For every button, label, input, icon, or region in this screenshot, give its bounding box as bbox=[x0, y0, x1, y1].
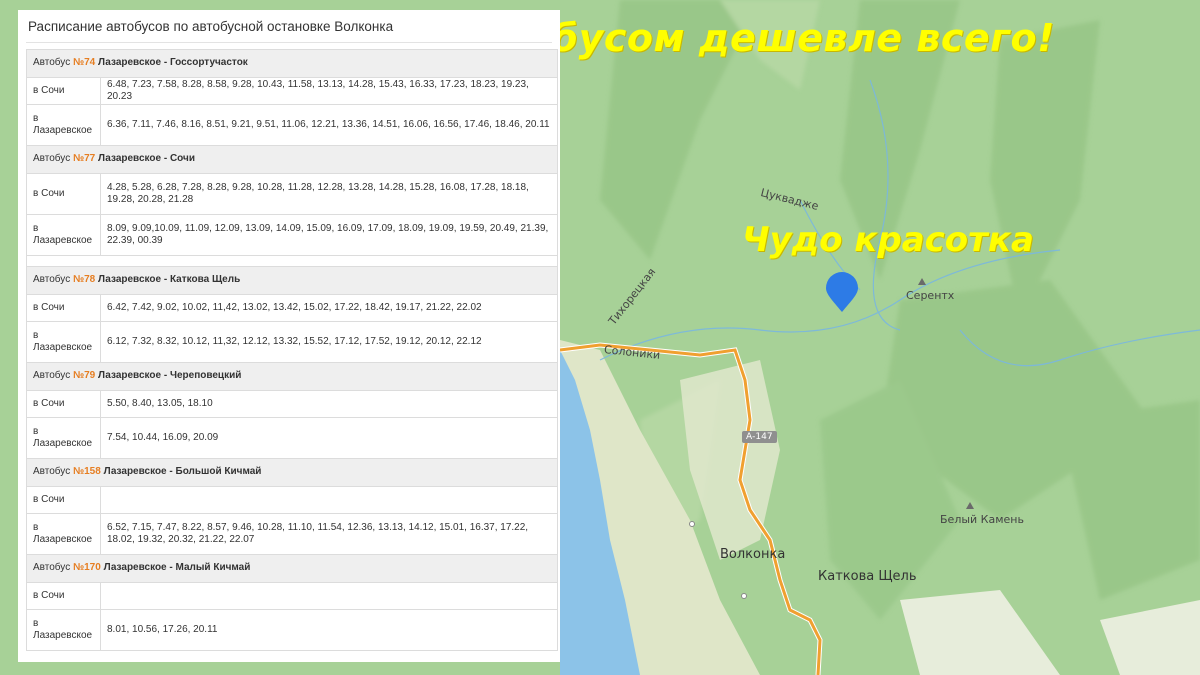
peak-icon bbox=[918, 278, 926, 285]
map-label-katkova: Каткова Щель bbox=[818, 569, 917, 584]
times-cell: 6.48, 7.23, 7.58, 8.28, 8.58, 9.28, 10.4… bbox=[100, 77, 558, 105]
route-header: Автобус №79 Лазаревское - Череповецкий bbox=[26, 362, 558, 391]
direction-cell: в Сочи bbox=[26, 77, 101, 105]
route-header: Автобус №77 Лазаревское - Сочи bbox=[26, 145, 558, 174]
times-cell: 4.28, 5.28, 6.28, 7.28, 8.28, 9.28, 10.2… bbox=[100, 173, 558, 215]
route-name: Лазаревское - Большой Кичмай bbox=[103, 466, 262, 478]
times-cell: 8.01, 10.56, 17.26, 20.11 bbox=[100, 609, 558, 651]
route-prefix: Автобус bbox=[33, 370, 73, 382]
table-row: в Сочи 5.50, 8.40, 13.05, 18.10 bbox=[26, 390, 558, 418]
peak-icon bbox=[966, 502, 974, 509]
route-prefix: Автобус bbox=[33, 57, 73, 69]
map-label-serentkh: Серентх bbox=[906, 289, 955, 302]
route-prefix: Автобус bbox=[33, 274, 73, 286]
times-cell: 6.52, 7.15, 7.47, 8.22, 8.57, 9.46, 10.2… bbox=[100, 513, 558, 555]
route-number[interactable]: №77 bbox=[73, 153, 95, 164]
route-header: Автобус №170 Лазаревское - Малый Кичмай bbox=[26, 554, 558, 583]
table-row: в Сочи 4.28, 5.28, 6.28, 7.28, 8.28, 9.28… bbox=[26, 173, 558, 215]
route-number[interactable]: №78 bbox=[73, 274, 95, 285]
table-row: в Лазаревское 8.09, 9.09,10.09, 11.09, 12… bbox=[26, 214, 558, 256]
table-row: в Сочи bbox=[26, 582, 558, 610]
map-label-bely-kamen: Белый Камень bbox=[940, 513, 1024, 526]
table-row: в Лазаревское 6.52, 7.15, 7.47, 8.22, 8.5… bbox=[26, 513, 558, 555]
times-cell: 8.09, 9.09,10.09, 11.09, 12.09, 13.09, 1… bbox=[100, 214, 558, 256]
direction-cell: в Лазаревское bbox=[26, 609, 101, 651]
direction-cell: в Сочи bbox=[26, 486, 101, 514]
times-cell: 6.12, 7.32, 8.32, 10.12, 11,32, 12.12, 1… bbox=[100, 321, 558, 363]
route-header: Автобус №74 Лазаревское - Госсортучасток bbox=[26, 49, 558, 78]
direction-cell: в Лазаревское bbox=[26, 104, 101, 146]
direction-cell: в Лазаревское bbox=[26, 321, 101, 363]
direction-cell: в Сочи bbox=[26, 390, 101, 418]
road-number-badge: А-147 bbox=[742, 431, 777, 443]
times-cell: 6.42, 7.42, 9.02, 10.02, 11,42, 13.02, 1… bbox=[100, 294, 558, 322]
direction-cell: в Лазаревское bbox=[26, 513, 101, 555]
route-number[interactable]: №158 bbox=[73, 466, 101, 477]
overlay-caption: Чудо красотка bbox=[742, 220, 1034, 260]
table-row: в Лазаревское 6.36, 7.11, 7.46, 8.16, 8.5… bbox=[26, 104, 558, 146]
table-row: в Лазаревское 8.01, 10.56, 17.26, 20.11 bbox=[26, 609, 558, 651]
times-cell: 5.50, 8.40, 13.05, 18.10 bbox=[100, 390, 558, 418]
route-number[interactable]: №170 bbox=[73, 562, 101, 573]
schedule-table: Автобус №74 Лазаревское - Госсортучасток… bbox=[26, 49, 558, 651]
table-row: в Сочи 6.42, 7.42, 9.02, 10.02, 11,42, 13… bbox=[26, 294, 558, 322]
route-number[interactable]: №74 bbox=[73, 57, 95, 68]
route-name: Лазаревское - Сочи bbox=[98, 153, 195, 165]
direction-cell: в Сочи bbox=[26, 294, 101, 322]
times-cell bbox=[100, 486, 558, 514]
route-prefix: Автобус bbox=[33, 466, 73, 478]
direction-cell: в Сочи bbox=[26, 582, 101, 610]
route-number[interactable]: №79 bbox=[73, 370, 95, 381]
table-row: в Сочи bbox=[26, 486, 558, 514]
panel-title: Расписание автобусов по автобусной остан… bbox=[26, 16, 552, 43]
table-row: в Сочи 6.48, 7.23, 7.58, 8.28, 8.58, 9.28… bbox=[26, 77, 558, 105]
route-prefix: Автобус bbox=[33, 153, 73, 165]
direction-cell: в Лазаревское bbox=[26, 214, 101, 256]
direction-cell: в Сочи bbox=[26, 173, 101, 215]
times-cell bbox=[100, 582, 558, 610]
times-cell: 6.36, 7.11, 7.46, 8.16, 8.51, 9.21, 9.51… bbox=[100, 104, 558, 146]
route-name: Лазаревское - Череповецкий bbox=[98, 370, 242, 382]
map-label-volkonka: Волконка bbox=[720, 547, 786, 562]
schedule-panel: Расписание автобусов по автобусной остан… bbox=[18, 10, 560, 662]
route-name: Лазаревское - Каткова Щель bbox=[98, 274, 241, 286]
route-name: Лазаревское - Малый Кичмай bbox=[103, 562, 251, 574]
table-row: в Лазаревское 7.54, 10.44, 16.09, 20.09 bbox=[26, 417, 558, 459]
direction-cell: в Лазаревское bbox=[26, 417, 101, 459]
route-header: Автобус №78 Лазаревское - Каткова Щель bbox=[26, 266, 558, 295]
times-cell: 7.54, 10.44, 16.09, 20.09 bbox=[100, 417, 558, 459]
route-header: Автобус №158 Лазаревское - Большой Кичма… bbox=[26, 458, 558, 487]
table-row: в Лазаревское 6.12, 7.32, 8.32, 10.12, 11… bbox=[26, 321, 558, 363]
route-name: Лазаревское - Госсортучасток bbox=[98, 57, 248, 69]
route-prefix: Автобус bbox=[33, 562, 73, 574]
